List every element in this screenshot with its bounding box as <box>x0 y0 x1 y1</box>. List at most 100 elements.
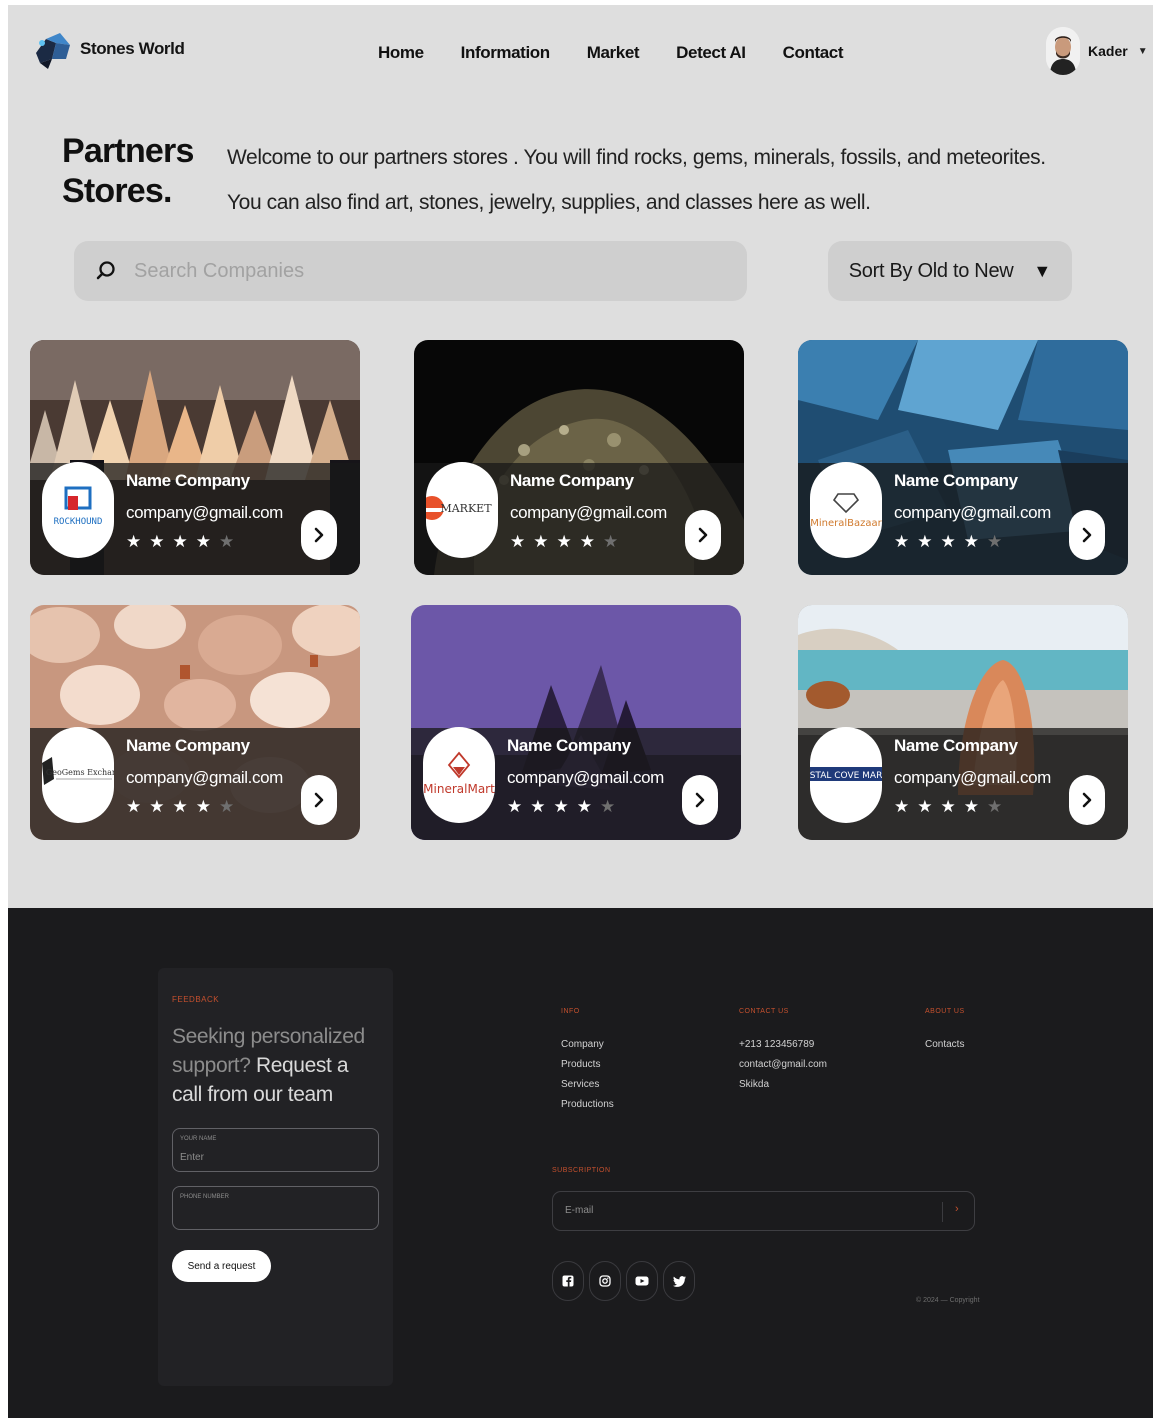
star-icon: ★ <box>940 532 956 551</box>
company-card[interactable]: ROCKHOUND Name Company company@gmail.com… <box>30 340 360 575</box>
arrow-right-icon[interactable]: › <box>955 1203 959 1215</box>
company-card[interactable]: MARKET Name Company company@gmail.com ★ … <box>414 340 744 575</box>
chevron-right-button[interactable] <box>682 775 718 825</box>
nav-market[interactable]: Market <box>587 43 640 63</box>
company-email: company@gmail.com <box>894 768 1051 787</box>
company-logo: ROCKHOUND <box>42 462 114 558</box>
star-icon: ★ <box>987 797 1003 816</box>
user-menu[interactable]: Kader ▼ <box>1046 27 1148 75</box>
star-icon: ★ <box>917 797 933 816</box>
star-icon: ★ <box>963 797 979 816</box>
company-card[interactable]: GeoGems Exchang Name Company company@gma… <box>30 605 360 840</box>
company-name: Name Company <box>126 471 250 490</box>
email-placeholder: E-mail <box>565 1205 594 1216</box>
star-icon: ★ <box>530 797 546 816</box>
youtube-icon[interactable] <box>626 1261 658 1301</box>
rating-stars: ★ ★ ★ ★ ★ <box>894 532 1002 552</box>
phone-field[interactable]: PHONE NUMBER <box>172 1186 379 1230</box>
facebook-icon[interactable] <box>552 1261 584 1301</box>
rating-stars: ★ ★ ★ ★ ★ <box>510 532 618 552</box>
chevron-right-button[interactable] <box>301 775 337 825</box>
contact-city: Skikda <box>739 1079 770 1090</box>
chevron-right-icon <box>314 527 324 543</box>
chevron-right-icon <box>1082 527 1092 543</box>
instagram-icon[interactable] <box>589 1261 621 1301</box>
star-icon: ★ <box>149 797 165 816</box>
company-card[interactable]: STAL COVE MAR Name Company company@gmail… <box>798 605 1128 840</box>
search-icon <box>96 261 115 280</box>
chevron-right-button[interactable] <box>1069 510 1105 560</box>
company-logo: STAL COVE MAR <box>810 727 882 823</box>
info-link[interactable]: Productions <box>561 1099 614 1110</box>
chevron-right-icon <box>695 792 705 808</box>
info-link[interactable]: Company <box>561 1039 604 1050</box>
rating-stars: ★ ★ ★ ★ ★ <box>507 797 615 817</box>
svg-text:STAL COVE MAR: STAL COVE MAR <box>810 771 882 781</box>
phone-field-label: PHONE NUMBER <box>180 1194 230 1200</box>
star-icon: ★ <box>556 532 572 551</box>
brand-logo-icon <box>36 33 70 69</box>
star-icon: ★ <box>576 797 592 816</box>
chevron-right-button[interactable] <box>301 510 337 560</box>
company-email: company@gmail.com <box>126 768 283 787</box>
star-icon: ★ <box>603 532 619 551</box>
company-logo: GeoGems Exchang <box>42 727 114 823</box>
brand-name: Stones World <box>80 39 185 58</box>
star-icon: ★ <box>553 797 569 816</box>
about-title: ABOUT US <box>925 1008 965 1015</box>
rating-stars: ★ ★ ★ ★ ★ <box>894 797 1002 817</box>
company-email: company@gmail.com <box>126 503 283 522</box>
company-logo: MARKET <box>426 462 498 558</box>
about-link[interactable]: Contacts <box>925 1039 964 1050</box>
nav-information[interactable]: Information <box>461 43 550 63</box>
email-subscribe-field[interactable]: E-mail › <box>552 1191 975 1231</box>
name-field-placeholder: Enter <box>180 1152 204 1163</box>
nav-home[interactable]: Home <box>378 43 424 63</box>
star-icon: ★ <box>195 532 211 551</box>
company-logo: MineralMart <box>423 727 495 823</box>
contact-phone[interactable]: +213 123456789 <box>739 1039 814 1050</box>
avatar <box>1046 27 1080 75</box>
nav-contact[interactable]: Contact <box>783 43 844 63</box>
info-link[interactable]: Services <box>561 1079 599 1090</box>
dropdown-arrow-icon: ▼ <box>1033 260 1052 281</box>
star-icon: ★ <box>219 797 235 816</box>
info-link[interactable]: Products <box>561 1059 600 1070</box>
company-name: Name Company <box>894 736 1018 755</box>
star-icon: ★ <box>507 797 523 816</box>
brand[interactable]: Stones World <box>30 27 185 71</box>
sort-dropdown[interactable]: Sort By Old to New ▼ <box>828 241 1072 301</box>
page-intro: Welcome to our partners stores . You wil… <box>227 146 1046 214</box>
feedback-panel: FEEDBACK Seeking personalized support? R… <box>158 968 393 1386</box>
chevron-right-button[interactable] <box>685 510 721 560</box>
chevron-right-button[interactable] <box>1069 775 1105 825</box>
company-name: Name Company <box>510 471 634 490</box>
search-input[interactable] <box>134 259 694 283</box>
info-title: INFO <box>561 1008 580 1015</box>
company-card[interactable]: MineralBazaar Name Company company@gmail… <box>798 340 1128 575</box>
star-icon: ★ <box>579 532 595 551</box>
contact-title: CONTACT US <box>739 1008 789 1015</box>
star-icon: ★ <box>940 797 956 816</box>
send-request-button[interactable]: Send a request <box>172 1250 271 1282</box>
nav-detect-ai[interactable]: Detect AI <box>676 43 746 63</box>
company-email: company@gmail.com <box>894 503 1051 522</box>
star-icon: ★ <box>894 797 910 816</box>
svg-text:MARKET: MARKET <box>440 502 492 515</box>
name-field[interactable]: YOUR NAME Enter <box>172 1128 379 1172</box>
company-card[interactable]: MineralMart Name Company company@gmail.c… <box>411 605 741 840</box>
svg-text:ROCKHOUND: ROCKHOUND <box>54 517 103 527</box>
company-logo: MineralBazaar <box>810 462 882 558</box>
company-email: company@gmail.com <box>510 503 667 522</box>
twitter-icon[interactable] <box>663 1261 695 1301</box>
svg-text:MineralMart: MineralMart <box>423 782 495 796</box>
page-title: Partners Stores. <box>62 132 194 210</box>
svg-text:MineralBazaar: MineralBazaar <box>810 518 882 529</box>
contact-email[interactable]: contact@gmail.com <box>739 1059 827 1070</box>
star-icon: ★ <box>963 532 979 551</box>
star-icon: ★ <box>149 532 165 551</box>
main-section: Stones World Home Information Market Det… <box>8 5 1153 908</box>
svg-text:GeoGems Exchang: GeoGems Exchang <box>46 768 114 777</box>
star-icon: ★ <box>987 532 1003 551</box>
chevron-down-icon: ▼ <box>1137 45 1148 57</box>
